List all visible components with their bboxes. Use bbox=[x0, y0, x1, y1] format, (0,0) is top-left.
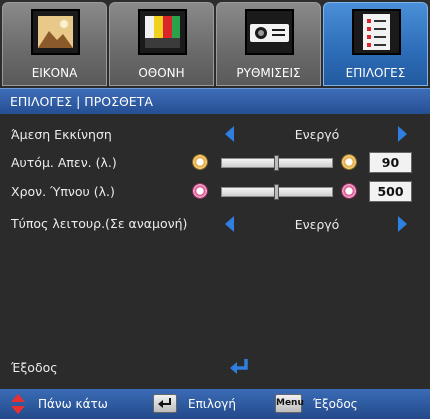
right-arrow-icon[interactable] bbox=[398, 216, 407, 232]
auto-power-off-slider[interactable] bbox=[221, 155, 333, 171]
increase-icon[interactable] bbox=[341, 154, 357, 170]
footer-bar: Πάνω κάτω Επιλογή Menu Έξοδος bbox=[0, 389, 430, 419]
up-down-arrows-icon bbox=[11, 394, 25, 414]
left-arrow-icon[interactable] bbox=[225, 216, 234, 232]
slider-thumb[interactable] bbox=[274, 155, 279, 171]
sleep-timer-label: Χρον. Ύπνου (λ.) bbox=[11, 184, 115, 199]
left-arrow-icon[interactable] bbox=[225, 126, 234, 142]
page-title: ΕΠΙΛΟΓΕΣ | ΠΡΟΣΘΕΤΑ bbox=[10, 94, 153, 109]
tab-label: ΕΙΚΟΝΑ bbox=[31, 66, 78, 80]
checklist-icon bbox=[352, 9, 401, 55]
decrease-icon[interactable] bbox=[192, 154, 208, 170]
menu-tabs: ΕΙΚΟΝΑ ΟΘΟΝΗ ΡΥΘΜΙΣΕΙΣ ΕΠΙΛΟΓΕΣ bbox=[0, 0, 430, 86]
direct-power-on-label: Άμεση Εκκίνηση bbox=[11, 127, 112, 142]
tab-options[interactable]: ΕΠΙΛΟΓΕΣ bbox=[323, 2, 428, 86]
tab-label: ΟΘΟΝΗ bbox=[138, 66, 185, 80]
tab-label: ΡΥΘΜΙΣΕΙΣ bbox=[236, 66, 301, 80]
power-mode-label: Τύπος λειτουρ.(Σε αναμονή) bbox=[11, 216, 188, 231]
exit-label[interactable]: Έξοδος bbox=[11, 360, 58, 375]
increase-icon[interactable] bbox=[341, 183, 357, 199]
footer-menu-label: Έξοδος bbox=[313, 397, 358, 411]
picture-icon bbox=[31, 9, 80, 55]
auto-power-off-label: Αυτόμ. Απεν. (λ.) bbox=[11, 155, 117, 170]
direct-power-on-value[interactable]: Ενεργό bbox=[257, 127, 377, 142]
tab-image[interactable]: ΕΙΚΟΝΑ bbox=[2, 2, 107, 86]
sleep-timer-slider[interactable] bbox=[221, 184, 333, 200]
right-arrow-icon[interactable] bbox=[398, 126, 407, 142]
menu-key-icon: Menu bbox=[275, 394, 304, 413]
enter-icon[interactable] bbox=[229, 357, 251, 377]
display-color-bars-icon bbox=[138, 9, 187, 55]
footer-nav-label: Πάνω κάτω bbox=[38, 397, 108, 411]
auto-power-off-value[interactable]: 90 bbox=[369, 152, 412, 173]
enter-key-icon bbox=[153, 394, 177, 413]
tab-settings[interactable]: ΡΥΘΜΙΣΕΙΣ bbox=[216, 2, 321, 86]
power-mode-value[interactable]: Ενεργό bbox=[257, 217, 377, 232]
section-header: ΕΠΙΛΟΓΕΣ | ΠΡΟΣΘΕΤΑ bbox=[0, 88, 430, 114]
projector-icon bbox=[245, 9, 294, 55]
sleep-timer-value[interactable]: 500 bbox=[369, 181, 412, 202]
decrease-icon[interactable] bbox=[192, 183, 208, 199]
tab-label: ΕΠΙΛΟΓΕΣ bbox=[345, 66, 406, 80]
footer-enter-label: Επιλογή bbox=[188, 397, 237, 411]
slider-thumb[interactable] bbox=[274, 184, 279, 200]
tab-display[interactable]: ΟΘΟΝΗ bbox=[109, 2, 214, 86]
